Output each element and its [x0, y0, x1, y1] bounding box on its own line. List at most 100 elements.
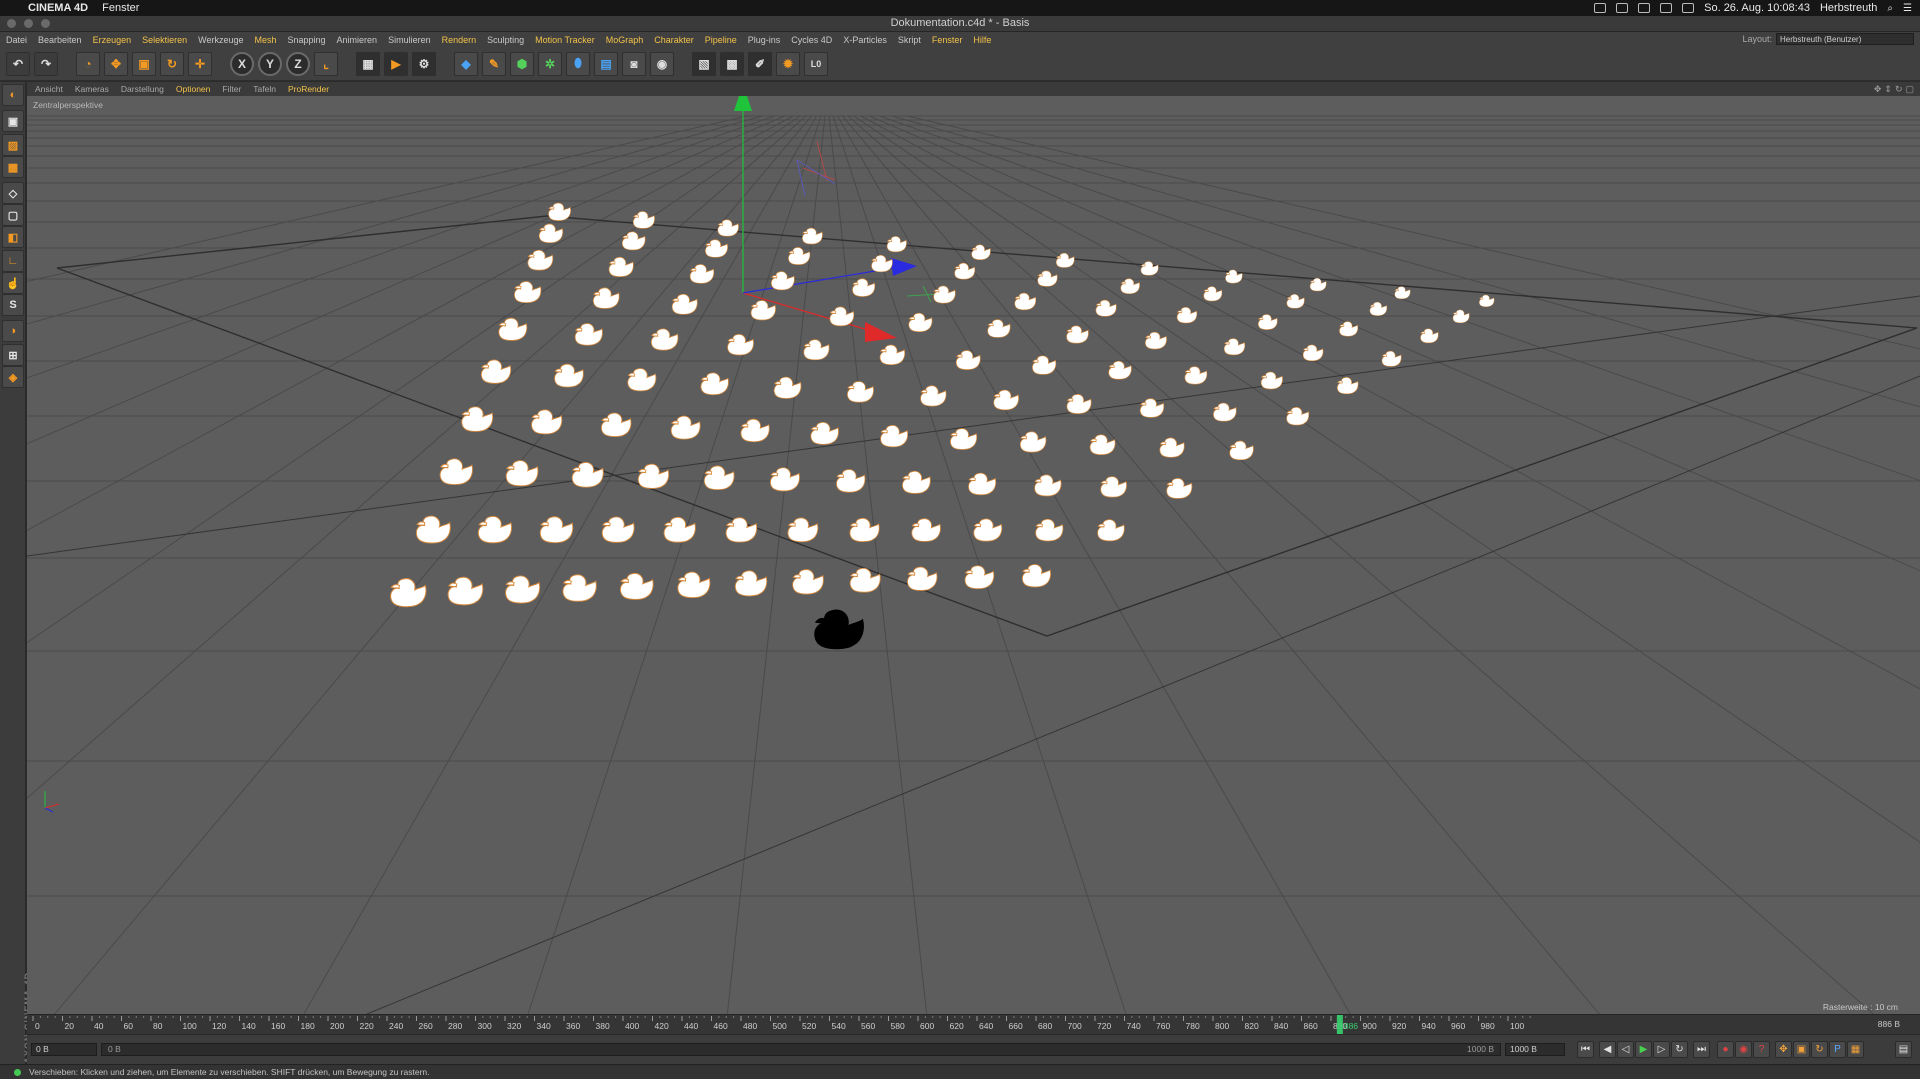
- go-to-start-button[interactable]: ⏮: [1577, 1041, 1594, 1058]
- sync-icon[interactable]: [1616, 3, 1629, 13]
- y-axis-lock-button[interactable]: Y: [258, 51, 282, 76]
- menu-rendern[interactable]: Rendern: [442, 35, 477, 45]
- play-button[interactable]: ▶: [1635, 1041, 1652, 1058]
- render-view-icon[interactable]: ▦: [356, 51, 380, 76]
- end-frame-field[interactable]: 1000 B: [1505, 1043, 1565, 1056]
- points-mode-icon[interactable]: ◇: [2, 182, 24, 204]
- app-menu[interactable]: CINEMA 4D: [28, 2, 88, 14]
- x-axis-lock-button[interactable]: X: [230, 51, 254, 76]
- viewport-menu-optionen[interactable]: Optionen: [176, 84, 211, 94]
- record-position-button[interactable]: ✥: [1775, 1041, 1792, 1058]
- move-tool-icon[interactable]: ✥: [104, 51, 128, 76]
- viewport-scene[interactable]: [27, 96, 1920, 1014]
- dropbox-icon[interactable]: [1594, 3, 1607, 13]
- menubar-clock[interactable]: So. 26. Aug. 10:08:43: [1704, 2, 1810, 14]
- menu-bearbeiten[interactable]: Bearbeiten: [38, 35, 82, 45]
- menu-x-particles[interactable]: X-Particles: [843, 35, 887, 45]
- menu-selektieren[interactable]: Selektieren: [142, 35, 187, 45]
- go-to-end-button[interactable]: ⏭: [1693, 1041, 1710, 1058]
- start-frame-field[interactable]: 0 B: [31, 1043, 97, 1056]
- menubar-window-menu[interactable]: Fenster: [102, 2, 139, 14]
- record-scale-button[interactable]: ▣: [1793, 1041, 1810, 1058]
- record-keys-button[interactable]: ●: [1717, 1041, 1734, 1058]
- workplane-mode-icon[interactable]: ▩: [2, 156, 24, 178]
- plugin-icon[interactable]: ✹: [776, 51, 800, 76]
- axis-mode-icon[interactable]: ∟: [2, 250, 24, 272]
- planar-workplane-icon[interactable]: ◈: [2, 366, 24, 388]
- menu-motion-tracker[interactable]: Motion Tracker: [535, 35, 595, 45]
- menu-plug-ins[interactable]: Plug-ins: [748, 35, 781, 45]
- rotate-tool-icon[interactable]: ↻: [160, 51, 184, 76]
- record-pla-button[interactable]: ▦: [1847, 1041, 1864, 1058]
- menu-charakter[interactable]: Charakter: [654, 35, 694, 45]
- timeline-window-button[interactable]: ▤: [1895, 1041, 1912, 1058]
- lock-workplane-icon[interactable]: ⊞: [2, 344, 24, 366]
- scale-tool-icon[interactable]: ▣: [132, 51, 156, 76]
- live-selection-icon[interactable]: ◔: [76, 51, 100, 76]
- viewport-menu-filter[interactable]: Filter: [222, 84, 241, 94]
- clapper-icon[interactable]: ▩: [720, 51, 744, 76]
- undo-button[interactable]: ↶: [6, 51, 30, 76]
- scene-render-icon[interactable]: ▧: [692, 51, 716, 76]
- menu-fenster[interactable]: Fenster: [932, 35, 963, 45]
- viewport-menu-ansicht[interactable]: Ansicht: [35, 84, 63, 94]
- menubar-user[interactable]: Herbstreuth: [1820, 2, 1877, 14]
- menu-pipeline[interactable]: Pipeline: [705, 35, 737, 45]
- render-settings-icon[interactable]: ⚙: [412, 51, 436, 76]
- layout-dropdown[interactable]: Herbstreuth (Benutzer): [1776, 33, 1914, 45]
- polygons-mode-icon[interactable]: ◧: [2, 226, 24, 248]
- loop-button[interactable]: ↻: [1671, 1041, 1688, 1058]
- volume-icon[interactable]: [1682, 3, 1695, 13]
- viewport-menu-tafeln[interactable]: Tafeln: [253, 84, 276, 94]
- previous-frame-button[interactable]: ◁: [1617, 1041, 1634, 1058]
- spline-pen-icon[interactable]: ✎: [482, 51, 506, 76]
- viewport-menu-prorender[interactable]: ProRender: [288, 84, 329, 94]
- next-frame-button[interactable]: ▷: [1653, 1041, 1670, 1058]
- menu-snapping[interactable]: Snapping: [288, 35, 326, 45]
- rotate-view-icon[interactable]: ↻: [1895, 84, 1903, 95]
- timeline-ruler[interactable]: 0 20 40 60 80 100 120 140 160 180 200 220 240 260 280 3…: [27, 1014, 1920, 1035]
- menu-datei[interactable]: Datei: [6, 35, 27, 45]
- z-axis-lock-button[interactable]: Z: [286, 51, 310, 76]
- menu-hilfe[interactable]: Hilfe: [973, 35, 991, 45]
- menu-mesh[interactable]: Mesh: [254, 35, 276, 45]
- previous-key-button[interactable]: ◀: [1599, 1041, 1616, 1058]
- paint-icon[interactable]: ✐: [748, 51, 772, 76]
- coordinate-system-icon[interactable]: ⌞: [314, 51, 338, 76]
- cloner-icon[interactable]: ✲: [538, 51, 562, 76]
- model-mode-icon[interactable]: ▣: [2, 110, 24, 132]
- menu-cycles-4d[interactable]: Cycles 4D: [791, 35, 832, 45]
- snapping-icon[interactable]: S: [2, 294, 24, 316]
- move-gizmo[interactable]: [44, 96, 940, 813]
- floor-icon[interactable]: ▤: [594, 51, 618, 76]
- autokey-button[interactable]: ◉: [1735, 1041, 1752, 1058]
- deformer-icon[interactable]: ⬮: [566, 51, 590, 76]
- camera-icon[interactable]: ◙: [622, 51, 646, 76]
- menu-werkzeuge[interactable]: Werkzeuge: [198, 35, 243, 45]
- menu-mograph[interactable]: MoGraph: [606, 35, 644, 45]
- tweak-mode-icon[interactable]: ☝: [2, 272, 24, 294]
- wifi-icon[interactable]: [1660, 3, 1673, 13]
- render-picture-viewer-icon[interactable]: ▶: [384, 51, 408, 76]
- notification-center-icon[interactable]: ☰: [1903, 3, 1912, 14]
- preview-range-slider[interactable]: 0 B 1000 B: [101, 1043, 1501, 1056]
- light-icon[interactable]: ◉: [650, 51, 674, 76]
- viewport-menu-darstellung[interactable]: Darstellung: [121, 84, 164, 94]
- menu-skript[interactable]: Skript: [898, 35, 921, 45]
- zoom-view-icon[interactable]: ⇕: [1884, 84, 1892, 95]
- texture-mode-icon[interactable]: ▨: [2, 134, 24, 156]
- menu-erzeugen[interactable]: Erzeugen: [93, 35, 132, 45]
- sculpt-icon[interactable]: ◑: [2, 320, 24, 342]
- bluetooth-icon[interactable]: [1638, 3, 1651, 13]
- spotlight-icon[interactable]: ⌕: [1887, 3, 1893, 14]
- workplane-icon[interactable]: ◐: [2, 84, 24, 106]
- menu-simulieren[interactable]: Simulieren: [388, 35, 431, 45]
- record-parameter-button[interactable]: P: [1829, 1041, 1846, 1058]
- pan-view-icon[interactable]: ✥: [1874, 84, 1882, 95]
- record-rotation-button[interactable]: ↻: [1811, 1041, 1828, 1058]
- viewport-menu-kameras[interactable]: Kameras: [75, 84, 109, 94]
- menu-sculpting[interactable]: Sculpting: [487, 35, 524, 45]
- redo-button[interactable]: ↷: [34, 51, 58, 76]
- duck-array[interactable]: [390, 202, 1495, 650]
- 3d-viewport[interactable]: Zentralperspektive Rasterweite : 10 cm: [27, 96, 1920, 1014]
